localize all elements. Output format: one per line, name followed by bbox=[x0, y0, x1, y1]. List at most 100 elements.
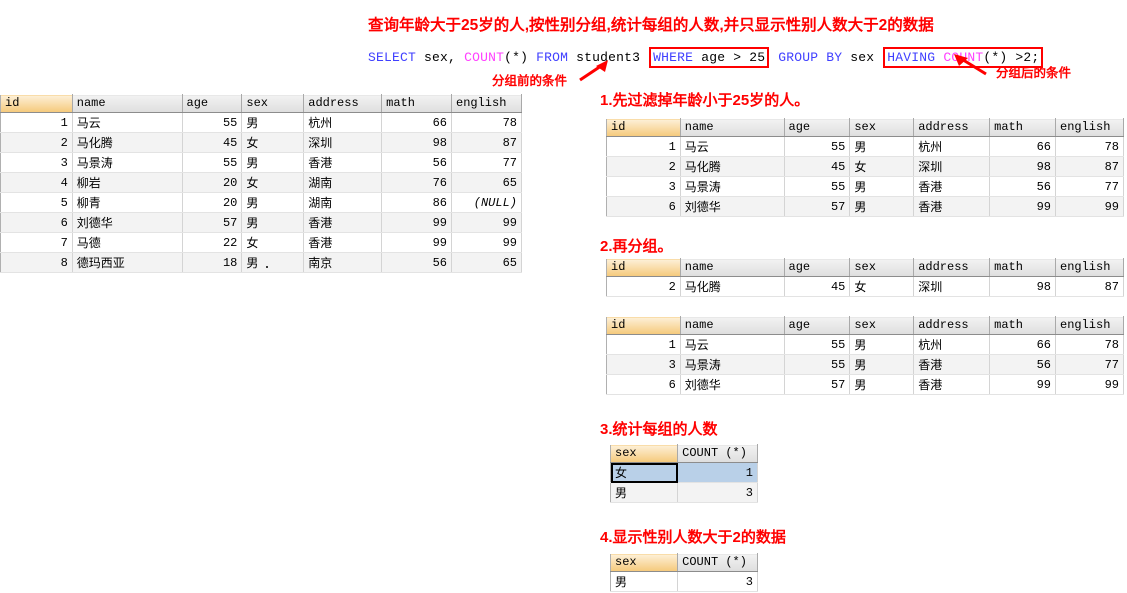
cell-address[interactable]: 香港 bbox=[303, 152, 383, 173]
table-row[interactable]: 3 马景涛 55 男香港 56 77 bbox=[606, 176, 1124, 197]
cell-age[interactable]: 57 bbox=[784, 374, 851, 395]
cell-address[interactable]: 湖南 bbox=[303, 192, 383, 213]
cell-address[interactable]: 香港 bbox=[913, 176, 991, 197]
cell-address[interactable]: 深圳 bbox=[303, 132, 383, 153]
cell-sex[interactable]: 女 bbox=[241, 132, 305, 153]
cell-address[interactable]: 深圳 bbox=[913, 276, 991, 297]
cell-name[interactable]: 刘德华 bbox=[72, 212, 183, 233]
cell-name[interactable]: 刘德华 bbox=[680, 374, 785, 395]
cell-math[interactable]: 56 bbox=[989, 176, 1056, 197]
cell-sex[interactable]: 女 bbox=[610, 462, 679, 483]
cell-english[interactable]: 65 bbox=[451, 172, 522, 193]
column-header-english[interactable]: english bbox=[451, 94, 522, 113]
column-header-age[interactable]: age bbox=[784, 316, 851, 335]
cell-sex[interactable]: 男 bbox=[241, 192, 305, 213]
cell-id[interactable]: 8 bbox=[0, 252, 73, 273]
cell-math[interactable]: 56 bbox=[381, 252, 452, 273]
cell-english[interactable]: 78 bbox=[1055, 136, 1124, 157]
cell-math[interactable]: 66 bbox=[381, 112, 452, 133]
group-male-table[interactable]: id name age sex address math english 1 马云 55 男杭州 6… bbox=[606, 316, 1124, 395]
column-header-math[interactable]: math bbox=[989, 118, 1056, 137]
column-header-math[interactable]: math bbox=[989, 316, 1056, 335]
cell-age[interactable]: 55 bbox=[784, 176, 851, 197]
cell-address[interactable]: 香港 bbox=[303, 232, 383, 253]
cell-math[interactable]: 99 bbox=[989, 374, 1056, 395]
column-header-age[interactable]: age bbox=[182, 94, 243, 113]
cell-id[interactable]: 1 bbox=[606, 334, 681, 355]
cell-name[interactable]: 马化腾 bbox=[680, 156, 785, 177]
cell-name[interactable]: 马化腾 bbox=[72, 132, 183, 153]
table-row[interactable]: 6 刘德华 57 男香港 99 99 bbox=[0, 212, 522, 233]
cell-name[interactable]: 马德 bbox=[72, 232, 183, 253]
cell-math[interactable]: 76 bbox=[381, 172, 452, 193]
table-row[interactable]: 1 马云 55 男杭州 66 78 bbox=[0, 112, 522, 133]
cell-english[interactable]: 78 bbox=[451, 112, 522, 133]
table-row[interactable]: 5 柳青 20 男湖南 86 (NULL) bbox=[0, 192, 522, 213]
column-header-math[interactable]: math bbox=[381, 94, 452, 113]
table-row[interactable]: 6 刘德华 57 男香港 99 99 bbox=[606, 374, 1124, 395]
cell-id[interactable]: 2 bbox=[606, 276, 681, 297]
cell-name[interactable]: 柳岩 bbox=[72, 172, 183, 193]
cell-id[interactable]: 2 bbox=[606, 156, 681, 177]
cell-id[interactable]: 1 bbox=[0, 112, 73, 133]
cell-math[interactable]: 56 bbox=[381, 152, 452, 173]
table-row[interactable]: 2 马化腾 45 女深圳 98 87 bbox=[606, 276, 1124, 297]
cell-english[interactable]: 87 bbox=[1055, 276, 1124, 297]
cell-math[interactable]: 98 bbox=[989, 276, 1056, 297]
cell-name[interactable]: 柳青 bbox=[72, 192, 183, 213]
column-header-name[interactable]: name bbox=[680, 258, 785, 277]
cell-age[interactable]: 20 bbox=[182, 172, 243, 193]
cell-english[interactable]: 87 bbox=[451, 132, 522, 153]
column-header-math[interactable]: math bbox=[989, 258, 1056, 277]
cell-sex[interactable]: 女 bbox=[241, 172, 305, 193]
cell-sex[interactable]: 男 bbox=[849, 136, 915, 157]
column-header-name[interactable]: name bbox=[680, 118, 785, 137]
cell-sex[interactable]: 男 bbox=[849, 374, 915, 395]
cell-id[interactable]: 6 bbox=[606, 196, 681, 217]
cell-name[interactable]: 马景涛 bbox=[680, 176, 785, 197]
cell-math[interactable]: 56 bbox=[989, 354, 1056, 375]
table-row[interactable]: 6 刘德华 57 男香港 99 99 bbox=[606, 196, 1124, 217]
cell-english[interactable]: (NULL) bbox=[451, 192, 522, 213]
cell-address[interactable]: 杭州 bbox=[913, 136, 991, 157]
cell-name[interactable]: 马云 bbox=[680, 136, 785, 157]
cell-english[interactable]: 99 bbox=[1055, 374, 1124, 395]
column-header-address[interactable]: address bbox=[913, 258, 991, 277]
source-data-table[interactable]: id name age sex address math english 1 马云 55 男杭州 6… bbox=[0, 94, 522, 273]
cell-id[interactable]: 3 bbox=[606, 354, 681, 375]
cell-address[interactable]: 湖南 bbox=[303, 172, 383, 193]
cell-age[interactable]: 45 bbox=[182, 132, 243, 153]
cell-age[interactable]: 55 bbox=[784, 334, 851, 355]
cell-name[interactable]: 马化腾 bbox=[680, 276, 785, 297]
column-header-sex[interactable]: sex bbox=[610, 553, 679, 572]
column-header-count[interactable]: COUNT (*) bbox=[677, 444, 758, 463]
cell-id[interactable]: 7 bbox=[0, 232, 73, 253]
cell-sex[interactable]: 男 bbox=[241, 152, 305, 173]
column-header-sex[interactable]: sex bbox=[849, 118, 915, 137]
column-header-address[interactable]: address bbox=[913, 316, 991, 335]
cell-address[interactable]: 香港 bbox=[303, 212, 383, 233]
table-row[interactable]: 8 德玛西亚 18 男南京 56 65 bbox=[0, 252, 522, 273]
table-row[interactable]: 3 马景涛 55 男香港 56 77 bbox=[0, 152, 522, 173]
cell-id[interactable]: 3 bbox=[606, 176, 681, 197]
column-header-id[interactable]: id bbox=[606, 316, 681, 335]
cell-address[interactable]: 香港 bbox=[913, 354, 991, 375]
cell-name[interactable]: 德玛西亚 bbox=[72, 252, 183, 273]
filtered-result-table[interactable]: id name age sex address math english 1 马云 55 男杭州 6… bbox=[606, 118, 1124, 217]
column-header-address[interactable]: address bbox=[913, 118, 991, 137]
cell-address[interactable]: 香港 bbox=[913, 196, 991, 217]
column-header-sex[interactable]: sex bbox=[849, 316, 915, 335]
cell-id[interactable]: 6 bbox=[606, 374, 681, 395]
cell-sex[interactable]: 男 bbox=[241, 252, 305, 273]
cell-math[interactable]: 99 bbox=[381, 212, 452, 233]
column-header-count[interactable]: COUNT (*) bbox=[677, 553, 758, 572]
cell-name[interactable]: 马景涛 bbox=[680, 354, 785, 375]
cell-name[interactable]: 马云 bbox=[72, 112, 183, 133]
cell-id[interactable]: 1 bbox=[606, 136, 681, 157]
cell-sex[interactable]: 男 bbox=[849, 196, 915, 217]
cell-COUNT (*)[interactable]: 1 bbox=[677, 462, 758, 483]
cell-sex[interactable]: 男 bbox=[849, 176, 915, 197]
cell-sex[interactable]: 男 bbox=[610, 571, 679, 592]
cell-name[interactable]: 马云 bbox=[680, 334, 785, 355]
table-row[interactable]: 男3 bbox=[610, 571, 758, 592]
